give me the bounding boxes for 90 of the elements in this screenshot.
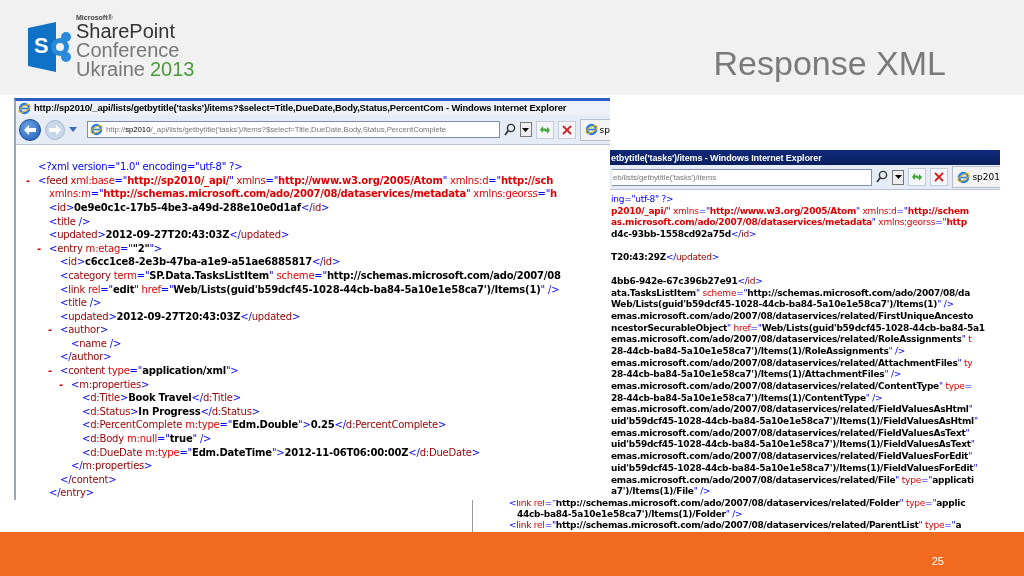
xml-line: <updated>2012-09-27T20:43:03Z</updated> <box>60 309 301 324</box>
xml-line: </author> <box>60 350 112 365</box>
arrow-right-icon <box>49 124 61 135</box>
xml-line: 28-44cb-ba84-5a10e1e58ca7')/Items(1)/RoleAssignments" /> <box>611 345 906 358</box>
xml-line: emas.microsoft.com/ado/2007/08/dataservices/related/FieldValuesAsText" <box>611 427 970 440</box>
close-icon <box>561 124 572 135</box>
collapse-toggle[interactable]: - <box>59 378 63 390</box>
xml-line: Web/Lists(guid'b59dcf45-1028-44cb-ba84-5a10e1e58ca7')/Items(1)" /> <box>611 299 954 311</box>
browser-tab[interactable]: sp201 <box>952 166 1000 188</box>
arrow-left-icon <box>24 124 36 135</box>
xml-line: <link rel="edit" href="Web/Lists(guid'b59dcf45-1028-44cb-ba84-5a10e1e58ca7')/Items(1)" /> <box>60 282 560 297</box>
xml-line: <link rel="http://schemas.microsoft.com/ado/2007/08/dataservices/related/ParentList" type="a <box>509 519 962 531</box>
slide-title: Response XML <box>713 43 946 83</box>
logo-subtitle: Conference <box>76 41 181 60</box>
xml-line: 44cb-ba84-5a10e1e58ca7')/Items(1)/Folder" /> <box>517 508 743 520</box>
xml-line: 4bb6-942e-67c396b27e91</id> <box>611 275 763 288</box>
xml-line: <d:Title>Book Travel</d:Title> <box>82 391 241 405</box>
stop-button[interactable] <box>930 168 949 186</box>
collapse-toggle[interactable]: - <box>48 324 52 336</box>
xml-line: emas.microsoft.com/ado/2007/08/dataservices/related/AttachmentFiles" ty <box>611 357 973 370</box>
tab-label: sp <box>599 124 610 135</box>
xml-line: <d:Status>In Progress</d:Status> <box>82 404 260 419</box>
xml-line: uid'b59dcf45-1028-44cb-ba84-5a10e1e58ca7')/Items(1)/FieldValuesForEdit" <box>611 462 978 475</box>
xml-line: ncestorSecurableObject" href="Web/Lists(guid'b59dcf45-1028-44cb-ba84-5a1 <box>611 322 985 335</box>
window-title: http://sp2010/_api/lists/getbytitle('tasks')/items?$select=Title,DueDate,Body,Status,PercentCom - Windows Internet Explorer <box>34 101 567 115</box>
xml-line: as.microsoft.com/ado/2007/08/dataservices/metadata" xmlns:georss="http <box>611 217 967 230</box>
xml-line: <feed xml:base="http://sp2010/_api/" xmlns="http://www.w3.org/2005/Atom" xmlns:d="http://sch <box>38 173 554 188</box>
xml-line: emas.microsoft.com/ado/2007/08/dataservices/related/FieldValuesAsHtml" <box>611 404 973 417</box>
dropdown-button[interactable] <box>519 122 532 138</box>
tab-label: sp201 <box>972 172 1000 182</box>
xml-line: T20:43:29Z</updated> <box>611 252 719 265</box>
refresh-icon <box>911 172 924 182</box>
caret-icon <box>522 127 530 132</box>
caret-icon[interactable] <box>69 127 77 133</box>
xml-line: </entry> <box>49 486 94 500</box>
xml-line: <entry m:etag=""2""> <box>49 241 163 256</box>
logo-name: SharePoint <box>76 22 176 41</box>
xml-line: <d:Body m:null="true" /> <box>82 432 212 446</box>
page-number: 25 <box>931 555 944 567</box>
xml-line: <title /> <box>49 214 91 229</box>
browser-tab[interactable]: sp <box>579 118 610 141</box>
xml-line: <d:PercentComplete m:type="Edm.Double">0.25</d:PercentComplete> <box>82 418 447 433</box>
window-title: etbytitle('tasks')/items - Windows Internet Explorer <box>611 151 822 165</box>
stop-button[interactable] <box>557 120 576 139</box>
collapse-toggle[interactable]: - <box>26 174 30 186</box>
xml-line: d4c-93bb-1558cd92a75d</id> <box>611 229 757 241</box>
xml-line: <author> <box>60 323 109 337</box>
search-icon[interactable] <box>503 122 516 137</box>
browser-icon <box>18 101 31 115</box>
xml-line: </m:properties> <box>71 459 153 473</box>
xml-line: uid'b59dcf45-1028-44cb-ba84-5a10e1e58ca7')/Items(1)/FieldValuesAsText" <box>611 439 975 452</box>
collapse-toggle[interactable]: - <box>37 242 41 254</box>
caret-icon <box>894 175 902 179</box>
xml-line: uid'b59dcf45-1028-44cb-ba84-5a10e1e58ca7')/Items(1)/FieldValuesAsHtml" <box>611 416 978 428</box>
xml-line: ing="utf-8" ?> <box>611 194 674 206</box>
search-icon[interactable] <box>876 170 889 184</box>
xml-line: emas.microsoft.com/ado/2007/08/dataservices/related/FirstUniqueAncesto <box>611 310 974 323</box>
logo-icon <box>26 19 72 74</box>
browser-icon <box>584 123 598 137</box>
refresh-icon <box>538 124 551 135</box>
xml-line: emas.microsoft.com/ado/2007/08/dataservices/related/FieldValuesForEdit" <box>611 451 973 463</box>
xml-line: <id>c6cc1ce8-2e3b-47ba-a1e9-a51ae6885817</id> <box>60 255 341 269</box>
xml-line: <title /> <box>60 296 102 310</box>
xml-line: <updated>2012-09-27T20:43:03Z</updated> <box>49 228 290 242</box>
xml-line: <m:properties> <box>71 377 150 392</box>
xml-line: ata.TasksListItem" scheme="http://schemas.microsoft.com/ado/2007/08/da <box>611 287 971 300</box>
xml-line: a7')/Items(1)/File" /> <box>611 486 711 498</box>
dropdown-button[interactable] <box>892 169 905 185</box>
xml-line: <?xml version="1.0" encoding="utf-8" ?> <box>38 160 243 174</box>
xml-line: <category term="SP.Data.TasksListItem" scheme="http://schemas.microsoft.com/ado/2007/08 <box>60 268 561 283</box>
xml-line: <name /> <box>71 336 122 351</box>
browser-icon <box>957 170 971 184</box>
logo-letter: S <box>34 32 49 59</box>
logo-subtitle: Ukraine <box>76 60 145 79</box>
xml-line: emas.microsoft.com/ado/2007/08/dataservices/related/File" type="applicati <box>611 474 974 487</box>
xml-line: p2010/_api/" xmlns="http://www.w3.org/2005/Atom" xmlns:d="http://schem <box>611 205 969 218</box>
xml-line: 28-44cb-ba84-5a10e1e58ca7')/Items(1)/ContentType" /> <box>611 392 883 405</box>
back-button[interactable] <box>19 118 41 141</box>
xml-line: 28-44cb-ba84-5a10e1e58ca7')/Items(1)/AttachmentFiles" /> <box>611 369 901 381</box>
xml-line: </content> <box>60 472 117 487</box>
xml-line: <id>0e9e0c1c-17b5-4be3-a49d-288e10e0d1af</id> <box>49 200 330 215</box>
xml-line: emas.microsoft.com/ado/2007/08/dataservices/related/RoleAssignments" t <box>611 334 972 346</box>
browser-icon <box>90 123 103 137</box>
collapse-toggle[interactable]: - <box>48 365 52 377</box>
xml-line: <d:DueDate m:type="Edm.DateTime">2012-11-06T06:00:00Z</d:DueDate> <box>82 445 480 460</box>
logo-year: 2013 <box>149 60 195 79</box>
xml-line: <content type="application/xml"> <box>60 364 239 378</box>
close-icon <box>934 172 945 182</box>
xml-line: emas.microsoft.com/ado/2007/08/dataservices/related/ContentType" type= <box>611 381 972 393</box>
xml-line: xmlns:m="http://schemas.microsoft.com/ado/2007/08/dataservices/metadata" xmlns:georss="h <box>49 187 557 201</box>
